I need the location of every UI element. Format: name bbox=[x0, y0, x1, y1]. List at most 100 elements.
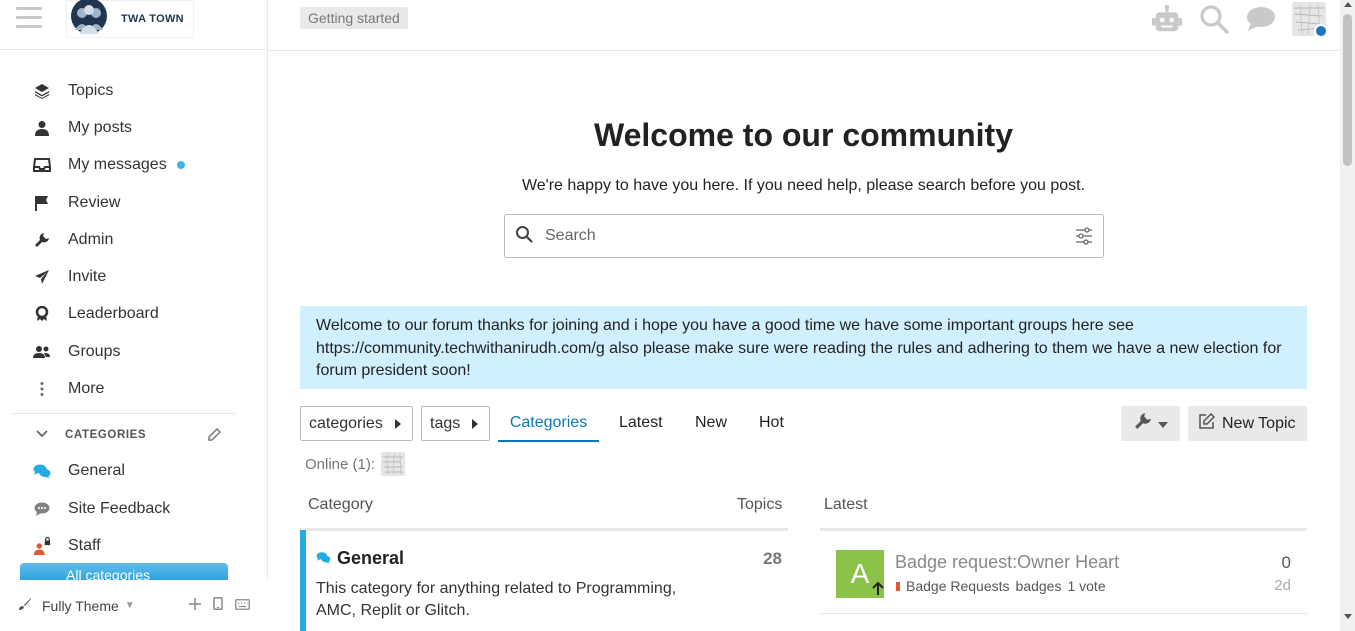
unread-dot bbox=[176, 161, 185, 170]
ellipsis-vertical-icon bbox=[33, 380, 51, 398]
caret-down-icon[interactable]: ▼ bbox=[125, 600, 135, 611]
sidebar-item-label: More bbox=[68, 380, 105, 398]
tab-new[interactable]: New bbox=[695, 406, 727, 442]
sidebar-footer-actions bbox=[189, 597, 250, 613]
table-divider bbox=[820, 528, 1307, 531]
sidebar-item-label: Groups bbox=[68, 342, 121, 360]
theme-selector[interactable]: Fully Theme bbox=[42, 598, 119, 614]
chat-icon[interactable] bbox=[1245, 3, 1277, 35]
topic-title[interactable]: Badge request:Owner Heart bbox=[895, 552, 1119, 573]
sidebar-category-general[interactable]: General bbox=[0, 453, 267, 491]
logo-mark-icon bbox=[69, 0, 109, 38]
topic-votes: 1 vote bbox=[1067, 578, 1106, 594]
sidebar-item-label: Topics bbox=[68, 81, 114, 99]
categories-section-header[interactable]: CATEGORIES bbox=[0, 417, 267, 453]
sidebar-item-label: Site Feedback bbox=[68, 499, 171, 517]
paper-plane-icon bbox=[33, 268, 51, 286]
new-topic-button[interactable]: New Topic bbox=[1188, 406, 1307, 441]
scrollbar-thumb[interactable] bbox=[1343, 14, 1352, 166]
sidebar-nav: Topics My posts My messages Review Admin bbox=[0, 50, 267, 408]
shield-icon bbox=[1314, 24, 1326, 36]
comment-icon bbox=[33, 500, 51, 518]
site-logo[interactable]: TWA TOWN bbox=[66, 0, 194, 38]
sidebar-item-label: Leaderboard bbox=[68, 305, 159, 323]
sidebar-item-label: Staff bbox=[68, 537, 101, 555]
tab-latest[interactable]: Latest bbox=[619, 406, 663, 442]
categories-dropdown[interactable]: categories bbox=[300, 406, 413, 441]
scroll-down-arrow-icon[interactable] bbox=[1344, 614, 1352, 619]
edit-icon bbox=[1199, 412, 1216, 434]
category-row-general[interactable]: General 28 This category for anything re… bbox=[300, 530, 788, 631]
sidebar-item-invite[interactable]: Invite bbox=[0, 258, 267, 295]
latest-topic-row[interactable]: A Badge request:Owner Heart Badge Reques… bbox=[820, 532, 1307, 614]
sliders-icon[interactable] bbox=[1075, 227, 1093, 250]
getting-started-button[interactable]: Getting started bbox=[300, 7, 408, 29]
column-header-topics: Topics bbox=[737, 496, 783, 513]
sidebar-item-more[interactable]: More bbox=[0, 370, 267, 407]
tags-dropdown[interactable]: tags bbox=[421, 406, 490, 441]
search-input[interactable]: Search bbox=[504, 214, 1104, 258]
admin-menu-button[interactable] bbox=[1121, 406, 1180, 441]
sidebar-item-review[interactable]: Review bbox=[0, 184, 267, 221]
search-icon[interactable] bbox=[1198, 3, 1230, 35]
sidebar-item-label: Admin bbox=[68, 230, 114, 248]
staff-lock-icon bbox=[33, 537, 51, 556]
topic-navigation: categories tags Categories Latest New Ho… bbox=[300, 406, 1307, 442]
sidebar-item-label: General bbox=[68, 462, 125, 480]
top-header: Getting started bbox=[268, 0, 1340, 51]
arrow-up-icon bbox=[872, 581, 884, 599]
brush-icon bbox=[18, 597, 32, 614]
welcome-title: Welcome to our community bbox=[593, 117, 1013, 153]
page-scrollbar[interactable] bbox=[1340, 0, 1355, 631]
robot-icon[interactable] bbox=[1151, 3, 1183, 35]
sidebar-divider bbox=[12, 412, 235, 414]
sidebar-item-my-posts[interactable]: My posts bbox=[0, 109, 267, 146]
sidebar-item-label: My posts bbox=[68, 118, 133, 136]
category-badge-icon bbox=[896, 581, 900, 591]
sidebar-top: TWA TOWN bbox=[0, 0, 267, 50]
users-icon bbox=[33, 343, 51, 361]
sidebar-category-staff[interactable]: Staff bbox=[0, 528, 267, 566]
sidebar-item-leaderboard[interactable]: Leaderboard bbox=[0, 296, 267, 333]
online-user-avatar[interactable] bbox=[381, 452, 406, 476]
tab-categories[interactable]: Categories bbox=[498, 406, 599, 442]
sidebar-item-label: Review bbox=[68, 193, 121, 211]
layers-icon bbox=[33, 82, 51, 100]
tab-hot[interactable]: Hot bbox=[759, 406, 784, 442]
welcome-subtitle: We're happy to have you here. If you nee… bbox=[521, 177, 1086, 194]
sidebar-item-topics[interactable]: Topics bbox=[0, 72, 267, 109]
caret-right-icon bbox=[395, 419, 401, 429]
sidebar-item-my-messages[interactable]: My messages bbox=[0, 147, 267, 184]
plus-icon[interactable] bbox=[189, 597, 201, 613]
topic-meta: Badge Requests badges 1 vote bbox=[896, 578, 1106, 594]
online-label: Online (1): bbox=[305, 455, 376, 473]
mobile-icon[interactable] bbox=[213, 597, 223, 613]
sidebar-item-label: My messages bbox=[68, 156, 167, 174]
column-header-category: Category bbox=[308, 496, 373, 513]
topic-tag[interactable]: badges bbox=[1016, 578, 1062, 594]
wrench-icon bbox=[1134, 412, 1152, 435]
hamburger-menu-icon[interactable] bbox=[16, 7, 42, 31]
sidebar-item-admin[interactable]: Admin bbox=[0, 221, 267, 258]
header-icons bbox=[1151, 2, 1326, 36]
categories-dropdown-label: categories bbox=[309, 414, 383, 432]
wrench-icon bbox=[33, 231, 51, 249]
column-header-latest: Latest bbox=[824, 496, 868, 513]
sidebar-category-site-feedback[interactable]: Site Feedback bbox=[0, 490, 267, 528]
pencil-icon[interactable] bbox=[208, 427, 222, 444]
sidebar-item-groups[interactable]: Groups bbox=[0, 333, 267, 370]
topic-post-count: 0 bbox=[1281, 553, 1291, 572]
sidebar-categories: General Site Feedback Staff bbox=[0, 453, 267, 566]
user-icon bbox=[33, 119, 51, 137]
tags-dropdown-label: tags bbox=[430, 414, 461, 432]
comments-icon bbox=[316, 548, 331, 569]
scroll-up-arrow-icon[interactable] bbox=[1344, 2, 1352, 7]
keyboard-icon[interactable] bbox=[235, 597, 250, 613]
sidebar-all-categories[interactable]: All categories bbox=[20, 563, 228, 580]
topic-age: 2d bbox=[1274, 577, 1291, 594]
announcement-banner: Welcome to our forum thanks for joining … bbox=[300, 306, 1307, 389]
topic-category[interactable]: Badge Requests bbox=[906, 578, 1010, 594]
user-avatar[interactable] bbox=[1292, 2, 1326, 36]
sidebar-item-label: Invite bbox=[68, 268, 107, 286]
category-title[interactable]: General bbox=[316, 548, 404, 569]
